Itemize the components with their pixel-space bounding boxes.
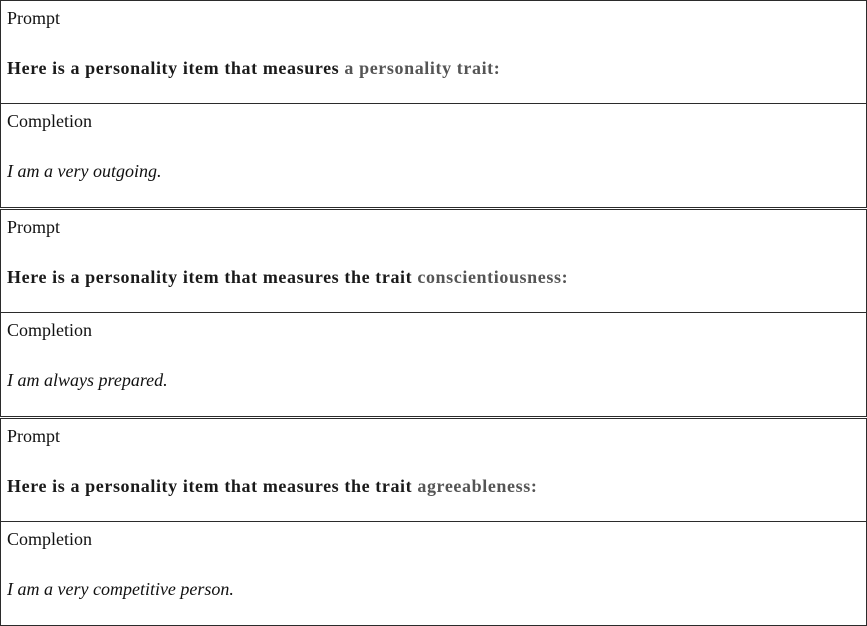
completion-text: I am always prepared. bbox=[7, 370, 168, 390]
prompt-trait: conscientiousness: bbox=[417, 267, 569, 287]
prompt-text: Here is a personality item that measures… bbox=[7, 57, 500, 79]
prompt-text: Here is a personality item that measures… bbox=[7, 266, 568, 288]
completion-label: Completion bbox=[7, 529, 92, 549]
prompt-cell: Prompt Here is a personality item that m… bbox=[1, 419, 866, 522]
completion-label: Completion bbox=[7, 320, 92, 340]
prompt-trait: a personality trait: bbox=[344, 58, 501, 78]
completion-cell: Completion I am a very outgoing. bbox=[1, 104, 866, 207]
prompt-label: Prompt bbox=[7, 8, 61, 28]
document-page: Prompt Here is a personality item that m… bbox=[0, 0, 867, 626]
prompt-lead: Here is a personality item that measures bbox=[7, 58, 345, 78]
prompt-cell: Prompt Here is a personality item that m… bbox=[1, 210, 866, 313]
completion-cell: Completion I am always prepared. bbox=[1, 313, 866, 416]
completion-text: I am a very competitive person. bbox=[7, 579, 234, 599]
example-table: Prompt Here is a personality item that m… bbox=[0, 0, 867, 208]
prompt-trait: agreeableness: bbox=[417, 476, 538, 496]
prompt-lead: Here is a personality item that measures… bbox=[7, 267, 418, 287]
prompt-label: Prompt bbox=[7, 217, 61, 237]
prompt-text: Here is a personality item that measures… bbox=[7, 475, 537, 497]
example-table: Prompt Here is a personality item that m… bbox=[0, 209, 867, 417]
prompt-label: Prompt bbox=[7, 426, 61, 446]
completion-text: I am a very outgoing. bbox=[7, 161, 162, 181]
prompt-lead: Here is a personality item that measures… bbox=[7, 476, 418, 496]
example-table: Prompt Here is a personality item that m… bbox=[0, 418, 867, 626]
prompt-cell: Prompt Here is a personality item that m… bbox=[1, 1, 866, 104]
completion-label: Completion bbox=[7, 111, 92, 131]
completion-cell: Completion I am a very competitive perso… bbox=[1, 522, 866, 625]
